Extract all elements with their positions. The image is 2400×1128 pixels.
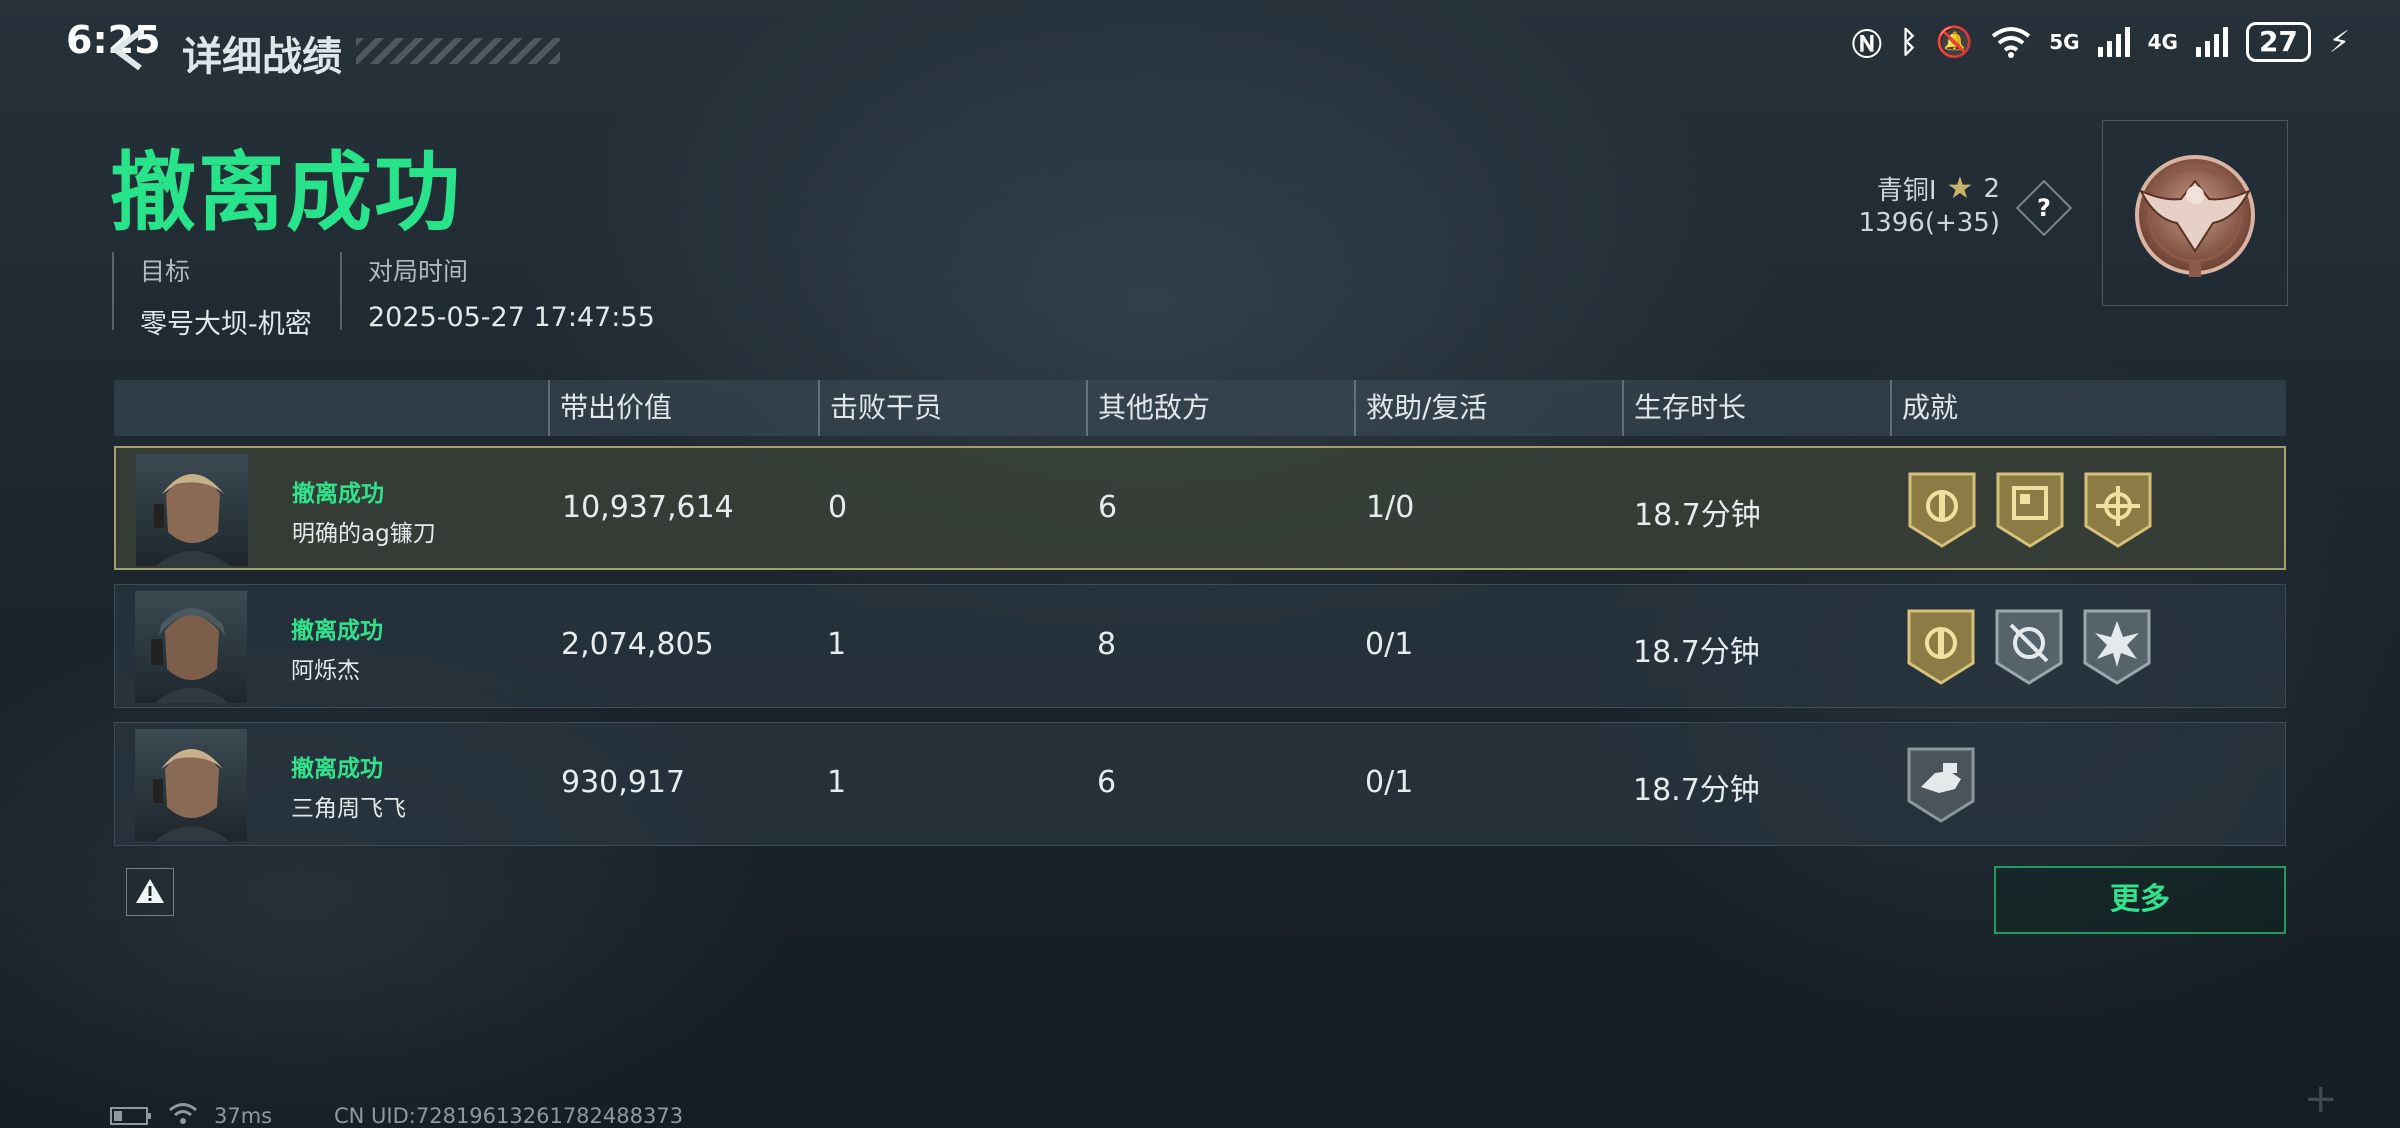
player-avatar xyxy=(136,454,248,566)
player-avatar xyxy=(135,591,247,703)
warning-icon xyxy=(136,879,164,903)
rank-tier: 青铜I ★ 2 xyxy=(1877,170,2000,207)
player-status: 撤离成功 xyxy=(292,481,384,507)
silver-hand-icon[interactable] xyxy=(1905,745,1977,825)
bronze-eagle-emblem-icon xyxy=(2135,155,2255,277)
player-avatar xyxy=(135,729,247,841)
gold-shield-icon[interactable] xyxy=(1905,607,1977,687)
nfc-icon: Ⓝ xyxy=(1851,28,1882,63)
plus-icon: + xyxy=(2304,1076,2338,1122)
gold-shield-icon[interactable] xyxy=(1906,470,1978,550)
page-title: 详细战绩 xyxy=(182,34,342,80)
cell-value: 930,917 xyxy=(561,765,686,800)
mute-icon: 🔕 xyxy=(1935,24,1974,60)
cell-value: 10,937,614 xyxy=(562,490,734,525)
column-header-assist-revive: 救助/复活 xyxy=(1354,380,1487,436)
cell-kills: 1 xyxy=(827,765,847,800)
signal-icon-2 xyxy=(2195,27,2228,57)
player-name: 明确的ag镰刀 xyxy=(292,521,436,547)
column-header-kills: 击败干员 xyxy=(818,380,942,436)
signal-icon xyxy=(2097,27,2130,57)
table-row[interactable]: 撤离成功 阿烁杰 2,074,805 1 8 0/1 18.7分钟 xyxy=(114,584,2286,708)
cell-value: 2,074,805 xyxy=(561,627,714,662)
player-name: 三角周飞飞 xyxy=(291,796,406,822)
gold-crosshair-icon[interactable] xyxy=(2082,470,2154,550)
cell-kills: 1 xyxy=(827,627,847,662)
target-label: 目标 xyxy=(140,257,191,286)
silver-burst-icon[interactable] xyxy=(2081,607,2153,687)
report-button[interactable] xyxy=(126,868,174,916)
rank-stars: 2 xyxy=(1983,173,2000,204)
table-row[interactable]: 撤离成功 明确的ag镰刀 10,937,614 0 6 1/0 18.7分钟 xyxy=(114,446,2286,570)
target-info: 目标 零号大坝-机密 xyxy=(112,252,312,340)
status-icons: Ⓝ ᛒ 🔕 5G 4G 27 ⚡ xyxy=(1852,20,2350,64)
target-value: 零号大坝-机密 xyxy=(140,309,312,340)
battery-small-icon xyxy=(110,1107,151,1125)
player-status: 撤离成功 xyxy=(291,756,383,782)
star-icon: ★ xyxy=(1946,171,1974,206)
player-name: 阿烁杰 xyxy=(291,658,360,684)
gold-board-icon[interactable] xyxy=(1994,470,2066,550)
silver-target-icon[interactable] xyxy=(1993,607,2065,687)
column-header-value: 带出价值 xyxy=(548,380,672,436)
column-header-other-enemies: 其他敌方 xyxy=(1086,380,1210,436)
rank-score: 1396(+35) xyxy=(1858,208,2000,238)
help-icon[interactable]: ? xyxy=(2024,188,2064,228)
cell-other-enemies: 8 xyxy=(1097,627,1117,662)
ping-label: 37ms xyxy=(214,1104,273,1128)
cell-other-enemies: 6 xyxy=(1097,765,1117,800)
cell-assist-revive: 0/1 xyxy=(1365,765,1414,800)
player-status: 撤离成功 xyxy=(291,618,383,644)
rank-tier-label: 青铜I xyxy=(1876,176,1937,206)
match-time-label: 对局时间 xyxy=(368,257,469,286)
rank-emblem-frame xyxy=(2102,120,2288,306)
wifi-small-icon xyxy=(169,1103,197,1124)
cell-survival: 18.7分钟 xyxy=(1633,773,1760,808)
time-info: 对局时间 2025-05-27 17:47:55 xyxy=(340,252,655,333)
bluetooth-icon: ᛒ xyxy=(1899,24,1918,60)
column-header-achievements: 成就 xyxy=(1890,380,1958,436)
cell-other-enemies: 6 xyxy=(1098,490,1118,525)
cell-assist-revive: 0/1 xyxy=(1365,627,1414,662)
table-row[interactable]: 撤离成功 三角周飞飞 930,917 1 6 0/1 18.7分钟 xyxy=(114,722,2286,846)
battery-indicator: 27 xyxy=(2245,22,2311,62)
column-header-survival: 生存时长 xyxy=(1622,380,1746,436)
cell-survival: 18.7分钟 xyxy=(1634,498,1761,533)
cell-kills: 0 xyxy=(828,490,848,525)
charging-icon: ⚡ xyxy=(2328,24,2350,60)
more-button[interactable]: 更多 xyxy=(1994,866,2286,934)
signal-5g-label: 5G xyxy=(2049,30,2080,54)
uid-label: CN UID:7281961326178248837​3 xyxy=(334,1104,684,1128)
result-title: 撤离成功 xyxy=(110,143,462,243)
signal-4g-label: 4G xyxy=(2147,30,2178,54)
back-arrow-icon[interactable] xyxy=(108,28,148,72)
wifi-icon xyxy=(1992,27,2031,58)
cell-assist-revive: 1/0 xyxy=(1366,490,1415,525)
match-time-value: 2025-05-27 17:47:55 xyxy=(368,302,655,333)
title-decoration xyxy=(356,38,560,64)
cell-survival: 18.7分钟 xyxy=(1633,635,1760,670)
